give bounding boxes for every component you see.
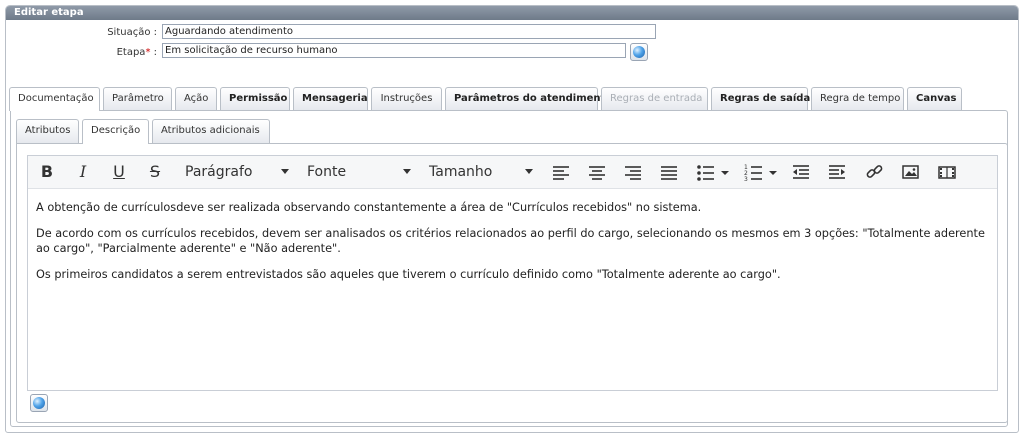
- underline-button[interactable]: U: [109, 162, 129, 182]
- tab-instrucoes[interactable]: Instruções: [371, 87, 442, 110]
- etapa-translate-button[interactable]: [630, 43, 648, 61]
- tab-acao[interactable]: Ação: [175, 87, 217, 110]
- italic-button[interactable]: I: [73, 162, 93, 182]
- size-select[interactable]: Tamanho: [429, 162, 539, 182]
- bullet-list-icon[interactable]: [696, 162, 730, 182]
- description-translate-button[interactable]: [30, 394, 48, 412]
- tab-parametros-atendimento[interactable]: Parâmetros do atendimento: [445, 87, 612, 110]
- tab-regras-saida[interactable]: Regras de saída: [711, 87, 810, 110]
- indent-icon[interactable]: [828, 162, 846, 182]
- paragraph-select-value: Parágrafo: [185, 164, 253, 180]
- paragraph: Os primeiros candidatos a serem entrevis…: [36, 268, 781, 281]
- size-select-value: Tamanho: [429, 164, 493, 180]
- link-icon[interactable]: [866, 162, 884, 182]
- strikethrough-button[interactable]: S: [145, 162, 165, 182]
- globe-icon: [33, 397, 45, 409]
- tab-regras-entrada: Regras de entrada: [601, 87, 708, 110]
- main-tabs: Documentação Parâmetro Ação Permissão Me…: [5, 83, 1009, 113]
- paragraph: De acordo com os currículos recebidos, d…: [36, 227, 985, 255]
- tab-regra-tempo[interactable]: Regra de tempo: [811, 87, 904, 110]
- bold-button[interactable]: B: [37, 162, 57, 182]
- tab-canvas[interactable]: Canvas: [907, 87, 962, 110]
- etapa-label-text: Etapa: [116, 47, 146, 58]
- paragraph-select[interactable]: Parágrafo: [185, 162, 295, 182]
- subtab-descricao[interactable]: Descrição: [82, 119, 149, 144]
- font-select-value: Fonte: [307, 164, 347, 180]
- etapa-label-colon: :: [150, 47, 157, 58]
- globe-icon: [633, 46, 645, 58]
- tab-parametro[interactable]: Parâmetro: [103, 87, 172, 110]
- editor-toolbar: B I U S Parágrafo Fonte Tamanho 123: [28, 156, 997, 189]
- font-select[interactable]: Fonte: [307, 162, 417, 182]
- situacao-label: Situação :: [107, 27, 157, 38]
- align-right-icon[interactable]: [624, 162, 642, 182]
- paragraph: A obtenção de currículosdeve ser realiza…: [36, 201, 702, 214]
- numbered-list-icon[interactable]: 123: [744, 162, 778, 182]
- etapa-label: Etapa* :: [5, 47, 157, 58]
- subtab-atributos-adicionais[interactable]: Atributos adicionais: [152, 119, 270, 143]
- editor-content[interactable]: A obtenção de currículosdeve ser realiza…: [36, 200, 986, 293]
- align-center-icon[interactable]: [588, 162, 606, 182]
- tab-documentacao[interactable]: Documentação: [9, 87, 100, 111]
- svg-text:3: 3: [744, 176, 748, 182]
- justify-icon[interactable]: [660, 162, 678, 182]
- font-chevron-down-icon: [403, 169, 411, 174]
- align-left-icon[interactable]: [552, 162, 570, 182]
- video-icon[interactable]: [938, 162, 956, 182]
- subtab-atributos[interactable]: Atributos: [16, 119, 79, 143]
- etapa-field[interactable]: Em solicitação de recurso humano: [162, 43, 626, 58]
- panel-title: Editar etapa: [6, 6, 1018, 20]
- outdent-icon[interactable]: [792, 162, 810, 182]
- situacao-field[interactable]: Aguardando atendimento: [162, 24, 656, 39]
- tab-mensageria[interactable]: Mensageria: [293, 87, 368, 110]
- size-chevron-down-icon: [525, 169, 533, 174]
- rich-text-editor[interactable]: B I U S Parágrafo Fonte Tamanho 123 A ob…: [27, 155, 998, 391]
- tab-permissao[interactable]: Permissão: [220, 87, 290, 110]
- image-icon[interactable]: [902, 162, 920, 182]
- paragraph-chevron-down-icon: [281, 169, 289, 174]
